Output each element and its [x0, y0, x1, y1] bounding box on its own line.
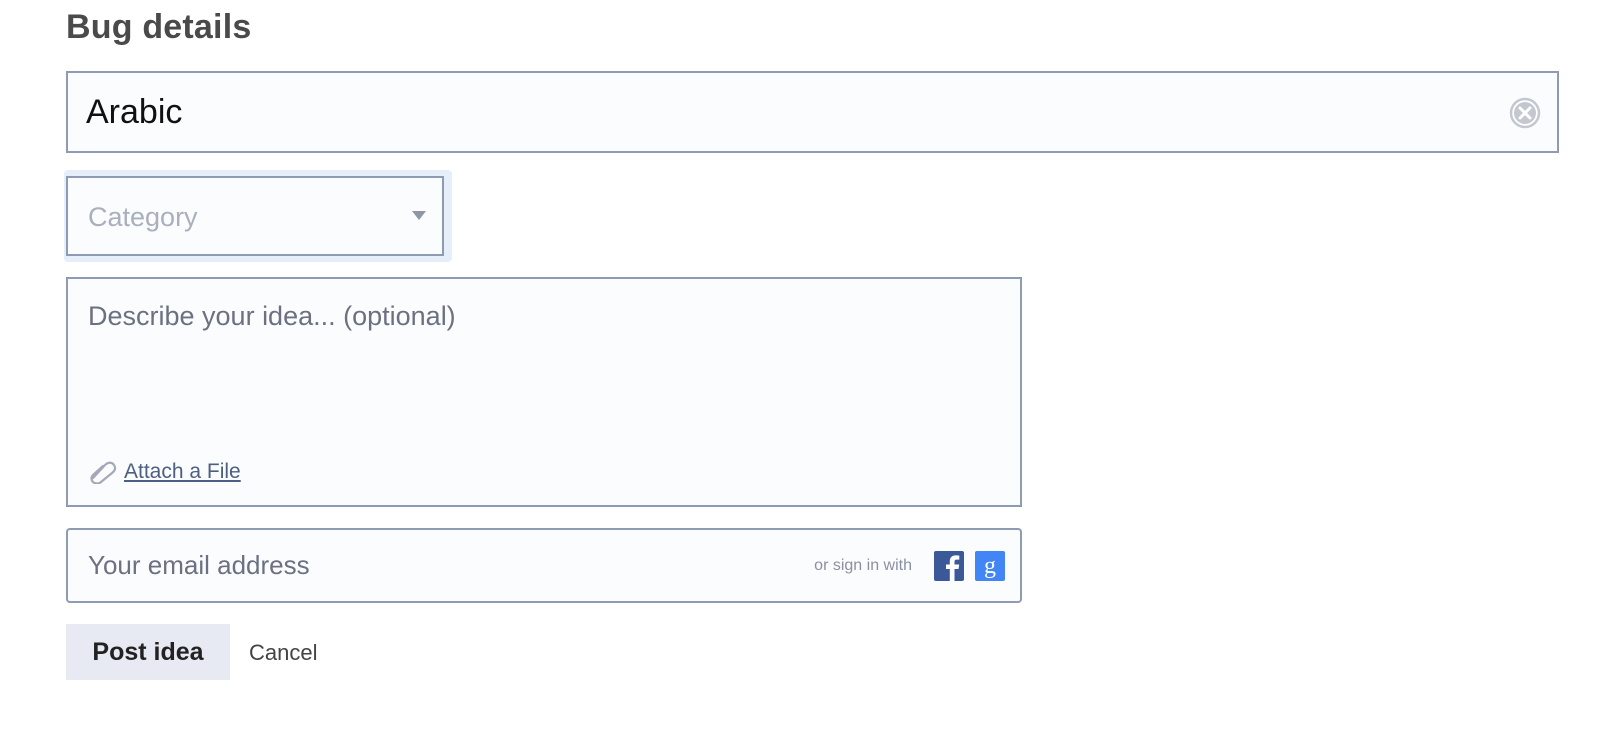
category-placeholder: Category: [88, 202, 198, 232]
paperclip-icon: [90, 461, 117, 484]
google-icon[interactable]: g: [974, 550, 1006, 582]
idea-form-page: Bug details Category Attach a File or si: [0, 0, 1610, 738]
chevron-down-icon: [412, 211, 426, 220]
clear-icon[interactable]: [1509, 97, 1541, 129]
signin-label: or sign in with: [814, 557, 912, 574]
title-field: [66, 71, 1559, 153]
category-select[interactable]: Category: [66, 176, 444, 256]
email-input[interactable]: [88, 530, 788, 601]
title-input[interactable]: [86, 73, 1466, 151]
cancel-link[interactable]: Cancel: [249, 640, 317, 666]
email-box: or sign in with g: [66, 528, 1022, 603]
description-box: Attach a File: [66, 277, 1022, 507]
section-title: Bug details: [66, 8, 252, 46]
description-textarea[interactable]: [88, 301, 988, 431]
post-idea-button[interactable]: Post idea: [66, 624, 230, 680]
social-signin: or sign in with g: [814, 550, 1006, 582]
attach-file: Attach a File: [88, 460, 241, 484]
attach-file-link[interactable]: Attach a File: [124, 460, 241, 484]
svg-text:g: g: [984, 553, 996, 579]
facebook-icon[interactable]: [933, 550, 965, 582]
category-focus-ring: Category: [64, 170, 452, 262]
